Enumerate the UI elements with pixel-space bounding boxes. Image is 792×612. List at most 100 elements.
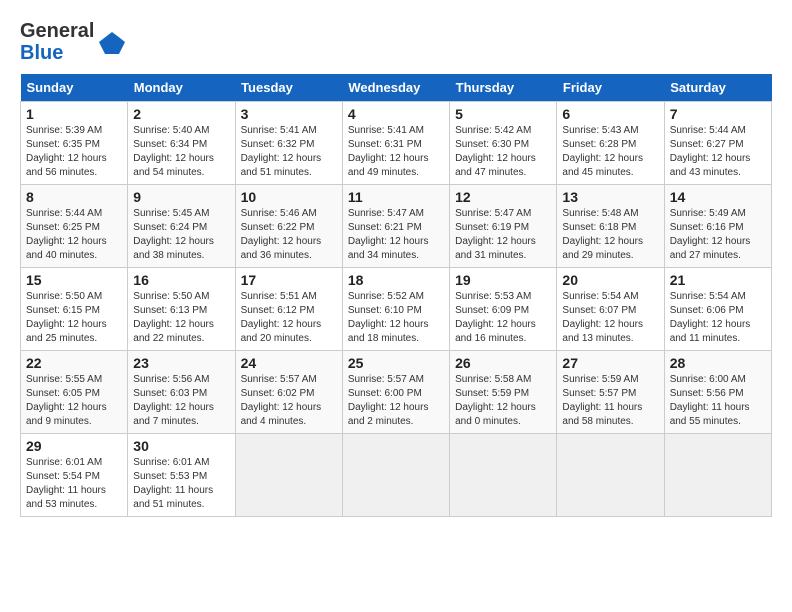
calendar-cell: 4 Sunrise: 5:41 AMSunset: 6:31 PMDaylight… xyxy=(342,102,449,185)
day-number: 2 xyxy=(133,106,229,122)
calendar-cell: 8Sunrise: 5:44 AMSunset: 6:25 PMDaylight… xyxy=(21,185,128,268)
calendar-cell: 5 Sunrise: 5:42 AMSunset: 6:30 PMDaylight… xyxy=(450,102,557,185)
day-number: 29 xyxy=(26,438,122,454)
day-number: 13 xyxy=(562,189,658,205)
day-detail: Sunrise: 5:46 AMSunset: 6:22 PMDaylight:… xyxy=(241,207,337,263)
day-number: 14 xyxy=(670,189,766,205)
calendar-cell: 15 Sunrise: 5:50 AMSunset: 6:15 PMDayligh… xyxy=(21,268,128,351)
day-number: 19 xyxy=(455,272,551,288)
day-number: 22 xyxy=(26,355,122,371)
day-detail: Sunrise: 5:47 AMSunset: 6:19 PMDaylight:… xyxy=(455,207,551,263)
day-number: 6 xyxy=(562,106,658,122)
calendar-cell: 17Sunrise: 5:51 AMSunset: 6:12 PMDayligh… xyxy=(235,268,342,351)
calendar-cell: 12Sunrise: 5:47 AMSunset: 6:19 PMDayligh… xyxy=(450,185,557,268)
day-detail: Sunrise: 5:48 AMSunset: 6:18 PMDaylight:… xyxy=(562,207,658,263)
col-header-tuesday: Tuesday xyxy=(235,74,342,102)
calendar-cell: 3 Sunrise: 5:41 AMSunset: 6:32 PMDaylight… xyxy=(235,102,342,185)
calendar-cell: 30 Sunrise: 6:01 AMSunset: 5:53 PMDayligh… xyxy=(128,434,235,517)
day-number: 16 xyxy=(133,272,229,288)
calendar-cell xyxy=(450,434,557,517)
day-detail: Sunrise: 5:47 AMSunset: 6:21 PMDaylight:… xyxy=(348,207,444,263)
day-number: 3 xyxy=(241,106,337,122)
day-number: 30 xyxy=(133,438,229,454)
col-header-sunday: Sunday xyxy=(21,74,128,102)
calendar-cell: 26Sunrise: 5:58 AMSunset: 5:59 PMDayligh… xyxy=(450,351,557,434)
day-detail: Sunrise: 5:56 AMSunset: 6:03 PMDaylight:… xyxy=(133,373,229,429)
calendar-week-row: 29Sunrise: 6:01 AMSunset: 5:54 PMDayligh… xyxy=(21,434,772,517)
day-detail: Sunrise: 5:57 AMSunset: 6:00 PMDaylight:… xyxy=(348,373,444,429)
calendar-cell: 6 Sunrise: 5:43 AMSunset: 6:28 PMDaylight… xyxy=(557,102,664,185)
day-detail: Sunrise: 5:53 AMSunset: 6:09 PMDaylight:… xyxy=(455,290,551,346)
calendar-week-row: 1Sunrise: 5:39 AMSunset: 6:35 PMDaylight… xyxy=(21,102,772,185)
day-number: 9 xyxy=(133,189,229,205)
day-detail: Sunrise: 5:44 AMSunset: 6:27 PMDaylight:… xyxy=(670,124,766,180)
day-number: 4 xyxy=(348,106,444,122)
calendar-cell: 9 Sunrise: 5:45 AMSunset: 6:24 PMDaylight… xyxy=(128,185,235,268)
calendar-cell: 14 Sunrise: 5:49 AMSunset: 6:16 PMDayligh… xyxy=(664,185,771,268)
calendar-cell: 7 Sunrise: 5:44 AMSunset: 6:27 PMDaylight… xyxy=(664,102,771,185)
calendar-week-row: 8Sunrise: 5:44 AMSunset: 6:25 PMDaylight… xyxy=(21,185,772,268)
calendar-cell: 1Sunrise: 5:39 AMSunset: 6:35 PMDaylight… xyxy=(21,102,128,185)
logo-icon xyxy=(97,27,127,57)
calendar-cell: 18 Sunrise: 5:52 AMSunset: 6:10 PMDayligh… xyxy=(342,268,449,351)
day-detail: Sunrise: 5:45 AMSunset: 6:24 PMDaylight:… xyxy=(133,207,229,263)
calendar-week-row: 15 Sunrise: 5:50 AMSunset: 6:15 PMDayligh… xyxy=(21,268,772,351)
day-detail: Sunrise: 5:41 AMSunset: 6:31 PMDaylight:… xyxy=(348,124,444,180)
calendar-cell: 19 Sunrise: 5:53 AMSunset: 6:09 PMDayligh… xyxy=(450,268,557,351)
day-number: 10 xyxy=(241,189,337,205)
calendar-cell: 16Sunrise: 5:50 AMSunset: 6:13 PMDayligh… xyxy=(128,268,235,351)
calendar-cell: 29Sunrise: 6:01 AMSunset: 5:54 PMDayligh… xyxy=(21,434,128,517)
day-number: 17 xyxy=(241,272,337,288)
calendar-week-row: 22 Sunrise: 5:55 AMSunset: 6:05 PMDayligh… xyxy=(21,351,772,434)
calendar-cell xyxy=(235,434,342,517)
day-detail: Sunrise: 5:40 AMSunset: 6:34 PMDaylight:… xyxy=(133,124,229,180)
col-header-friday: Friday xyxy=(557,74,664,102)
day-number: 25 xyxy=(348,355,444,371)
calendar-cell: 28Sunrise: 6:00 AMSunset: 5:56 PMDayligh… xyxy=(664,351,771,434)
day-number: 23 xyxy=(133,355,229,371)
calendar-table: SundayMondayTuesdayWednesdayThursdayFrid… xyxy=(20,74,772,517)
calendar-cell: 27Sunrise: 5:59 AMSunset: 5:57 PMDayligh… xyxy=(557,351,664,434)
day-detail: Sunrise: 5:54 AMSunset: 6:06 PMDaylight:… xyxy=(670,290,766,346)
calendar-cell: 22 Sunrise: 5:55 AMSunset: 6:05 PMDayligh… xyxy=(21,351,128,434)
day-number: 28 xyxy=(670,355,766,371)
day-number: 11 xyxy=(348,189,444,205)
day-detail: Sunrise: 5:43 AMSunset: 6:28 PMDaylight:… xyxy=(562,124,658,180)
calendar-cell: 25 Sunrise: 5:57 AMSunset: 6:00 PMDayligh… xyxy=(342,351,449,434)
col-header-thursday: Thursday xyxy=(450,74,557,102)
day-number: 21 xyxy=(670,272,766,288)
calendar-cell xyxy=(664,434,771,517)
day-number: 24 xyxy=(241,355,337,371)
calendar-cell: 2 Sunrise: 5:40 AMSunset: 6:34 PMDaylight… xyxy=(128,102,235,185)
col-header-monday: Monday xyxy=(128,74,235,102)
calendar-header-row: SundayMondayTuesdayWednesdayThursdayFrid… xyxy=(21,74,772,102)
day-number: 20 xyxy=(562,272,658,288)
day-detail: Sunrise: 5:49 AMSunset: 6:16 PMDaylight:… xyxy=(670,207,766,263)
day-number: 26 xyxy=(455,355,551,371)
col-header-wednesday: Wednesday xyxy=(342,74,449,102)
calendar-cell: 13 Sunrise: 5:48 AMSunset: 6:18 PMDayligh… xyxy=(557,185,664,268)
calendar-cell: 10 Sunrise: 5:46 AMSunset: 6:22 PMDayligh… xyxy=(235,185,342,268)
day-number: 15 xyxy=(26,272,122,288)
day-detail: Sunrise: 5:42 AMSunset: 6:30 PMDaylight:… xyxy=(455,124,551,180)
day-detail: Sunrise: 6:01 AMSunset: 5:53 PMDaylight:… xyxy=(133,456,229,512)
calendar-cell: 24Sunrise: 5:57 AMSunset: 6:02 PMDayligh… xyxy=(235,351,342,434)
day-detail: Sunrise: 5:55 AMSunset: 6:05 PMDaylight:… xyxy=(26,373,122,429)
day-detail: Sunrise: 5:39 AMSunset: 6:35 PMDaylight:… xyxy=(26,124,122,180)
day-detail: Sunrise: 5:41 AMSunset: 6:32 PMDaylight:… xyxy=(241,124,337,180)
day-detail: Sunrise: 5:50 AMSunset: 6:15 PMDaylight:… xyxy=(26,290,122,346)
day-detail: Sunrise: 5:52 AMSunset: 6:10 PMDaylight:… xyxy=(348,290,444,346)
day-number: 5 xyxy=(455,106,551,122)
logo: General Blue xyxy=(20,20,127,64)
logo-blue: Blue xyxy=(20,42,63,64)
calendar-cell xyxy=(557,434,664,517)
page-header: General Blue xyxy=(20,20,772,64)
day-number: 18 xyxy=(348,272,444,288)
day-detail: Sunrise: 5:59 AMSunset: 5:57 PMDaylight:… xyxy=(562,373,658,429)
day-number: 7 xyxy=(670,106,766,122)
calendar-cell: 11 Sunrise: 5:47 AMSunset: 6:21 PMDayligh… xyxy=(342,185,449,268)
col-header-saturday: Saturday xyxy=(664,74,771,102)
calendar-cell: 23 Sunrise: 5:56 AMSunset: 6:03 PMDayligh… xyxy=(128,351,235,434)
day-number: 8 xyxy=(26,189,122,205)
logo-general: General xyxy=(20,20,94,42)
